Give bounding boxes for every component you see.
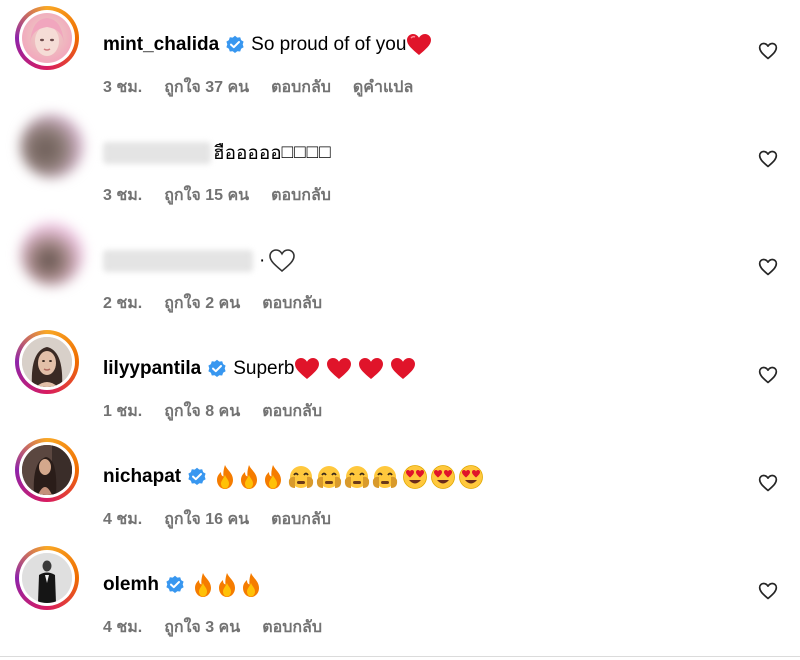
heart-outline-icon[interactable] [758,365,778,385]
red-heart-icon [391,358,416,379]
verified-badge-icon [226,35,244,53]
verified-badge-icon [208,359,226,377]
avatar[interactable] [15,546,79,610]
fire-icon [241,465,258,489]
comment-text: So proud of of you [251,34,407,55]
like-count[interactable]: ถูกใจ 16 คน [164,507,249,532]
comment-text-suffix: □□□□ [281,142,332,163]
username[interactable]: olemh [103,574,159,596]
username[interactable]: mint_chalida [103,34,219,56]
comment-time[interactable]: 1 ชม. [103,399,142,424]
comment-item: nichapat 4 ชม. ถูกใจ 16 คน ตอบกลับ [0,432,800,540]
like-count[interactable]: ถูกใจ 37 คน [164,75,249,100]
like-count[interactable]: ถูกใจ 8 คน [164,399,240,424]
divider [0,656,800,657]
comment-time[interactable]: 2 ชม. [103,291,142,316]
avatar[interactable] [15,6,79,70]
reply-button[interactable]: ตอบกลับ [262,615,322,640]
fire-icon [265,465,282,489]
reply-button[interactable]: ตอบกลับ [262,399,322,424]
white-heart-icon [269,249,296,273]
fire-icon [217,465,234,489]
red-heart-icon [359,358,384,379]
like-count[interactable]: ถูกใจ 15 คน [164,183,249,208]
avatar[interactable] [15,438,79,502]
face-holding-tears-icon [289,466,314,488]
translate-button[interactable]: ดูคำแปล [353,75,413,100]
red-heart-icon [327,358,352,379]
username[interactable]: lilyypantila [103,358,201,380]
heart-outline-icon[interactable] [758,257,778,277]
red-heart-icon [407,34,432,55]
fire-icon [194,573,211,597]
comment-item: olemh 4 ชม. ถูกใจ 3 คน ตอบกลับ [0,540,800,648]
comment-item: ฮือออออ □□□□ 3 ชม. ถูกใจ 15 คน ตอบกลับ [0,108,800,216]
face-holding-tears-icon [373,466,398,488]
comment-text: ฮือออออ [213,143,282,164]
username[interactable] [103,142,211,164]
heart-eyes-icon [403,465,428,489]
red-heart-icon [295,358,320,379]
comment-item: lilyypantila Superb 1 ชม. ถูกใจ 8 คน ตอบ… [0,324,800,432]
comment-text: Superb [233,358,295,379]
avatar[interactable] [20,222,84,286]
heart-eyes-icon [459,465,484,489]
reply-button[interactable]: ตอบกลับ [271,507,331,532]
comment-text: · [259,250,266,271]
comment-time[interactable]: 4 ชม. [103,507,142,532]
fire-icon [218,573,235,597]
like-count[interactable]: ถูกใจ 3 คน [164,615,240,640]
comment-time[interactable]: 4 ชม. [103,615,142,640]
avatar[interactable] [20,114,84,178]
heart-outline-icon[interactable] [758,41,778,61]
comment-item: · 2 ชม. ถูกใจ 2 คน ตอบกลับ [0,216,800,324]
reply-button[interactable]: ตอบกลับ [271,183,331,208]
comment-time[interactable]: 3 ชม. [103,183,142,208]
heart-outline-icon[interactable] [758,149,778,169]
username[interactable]: nichapat [103,466,181,488]
reply-button[interactable]: ตอบกลับ [262,291,322,316]
avatar[interactable] [15,330,79,394]
face-holding-tears-icon [317,466,342,488]
reply-button[interactable]: ตอบกลับ [271,75,331,100]
username[interactable] [103,250,253,272]
verified-badge-icon [188,467,206,485]
heart-outline-icon[interactable] [758,473,778,493]
heart-eyes-icon [431,465,456,489]
heart-outline-icon[interactable] [758,581,778,601]
comment-time[interactable]: 3 ชม. [103,75,142,100]
like-count[interactable]: ถูกใจ 2 คน [164,291,240,316]
comment-item: mint_chalida So proud of of you 3 ชม. ถู… [0,0,800,108]
fire-icon [242,573,259,597]
verified-badge-icon [166,575,184,593]
face-holding-tears-icon [345,466,370,488]
